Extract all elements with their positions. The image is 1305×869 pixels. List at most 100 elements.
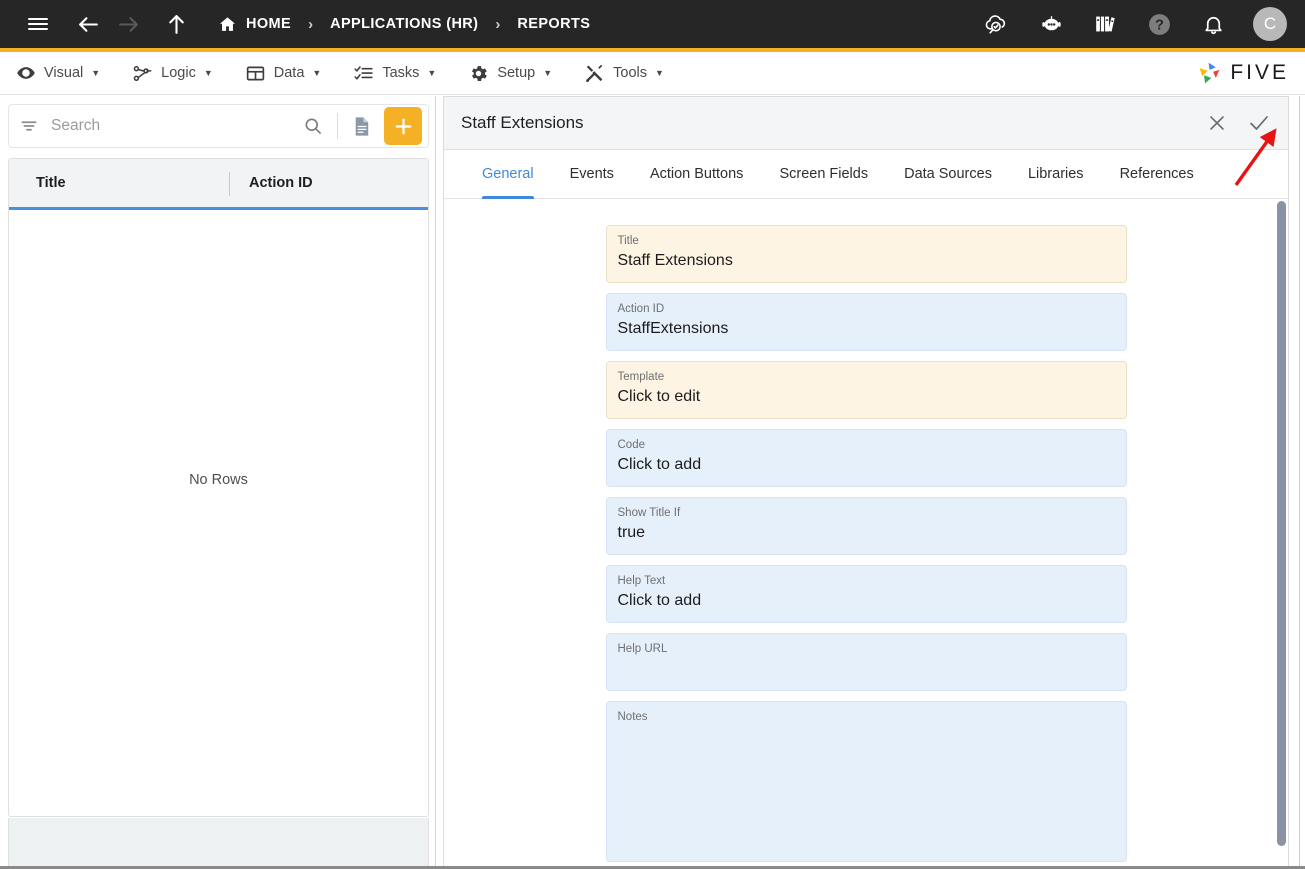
- grid-empty-message: No Rows: [189, 472, 248, 488]
- grid-column-divider: [229, 172, 230, 196]
- filter-icon[interactable]: [19, 116, 39, 136]
- add-record-button[interactable]: [384, 107, 422, 145]
- menu-label-logic: Logic: [161, 65, 196, 81]
- eye-icon: [16, 63, 36, 83]
- five-pinwheel-icon: [1196, 60, 1223, 87]
- grid-column-header-title[interactable]: Title: [9, 159, 227, 207]
- records-grid: Title Action ID No Rows: [8, 158, 429, 817]
- field-value-code: Click to add: [618, 453, 1115, 477]
- field-label-help-url: Help URL: [618, 642, 1115, 657]
- gear-icon: [468, 63, 489, 84]
- field-label-notes: Notes: [618, 710, 1115, 725]
- field-template[interactable]: Template Click to edit: [606, 361, 1127, 419]
- field-label-title: Title: [618, 234, 1115, 249]
- arrow-up-icon[interactable]: [156, 4, 196, 44]
- field-label-code: Code: [618, 438, 1115, 453]
- confirm-check-icon[interactable]: [1246, 110, 1272, 136]
- field-label-show-title-if: Show Title If: [618, 506, 1115, 521]
- field-label-action-id: Action ID: [618, 302, 1115, 317]
- grid-body: No Rows: [9, 213, 428, 816]
- field-code[interactable]: Code Click to add: [606, 429, 1127, 487]
- menu-item-tasks[interactable]: Tasks ▼: [337, 52, 452, 95]
- menu-item-tools[interactable]: Tools ▼: [568, 52, 680, 95]
- search-icon[interactable]: [295, 116, 331, 136]
- search-input[interactable]: [39, 117, 295, 135]
- logic-nodes-icon: [132, 63, 153, 84]
- document-icon[interactable]: [344, 109, 378, 143]
- grid-column-header-action-id[interactable]: Action ID: [227, 159, 428, 207]
- breadcrumb-separator: ›: [308, 16, 313, 33]
- menu-label-visual: Visual: [44, 65, 83, 81]
- tab-events[interactable]: Events: [552, 150, 632, 198]
- panel-right-edge: [1299, 96, 1305, 869]
- vertical-scrollbar[interactable]: [1276, 201, 1287, 868]
- menu-item-data[interactable]: Data ▼: [229, 52, 338, 95]
- topbar-actions: ? C: [977, 4, 1305, 44]
- arrow-left-icon[interactable]: [68, 4, 108, 44]
- scrollbar-thumb[interactable]: [1277, 201, 1286, 846]
- field-value-notes: [618, 725, 1115, 749]
- field-title[interactable]: Title Staff Extensions: [606, 225, 1127, 283]
- grid-header-row: Title Action ID: [9, 159, 428, 210]
- field-value-title: Staff Extensions: [618, 249, 1115, 273]
- notification-bell-icon[interactable]: [1193, 4, 1233, 44]
- chevron-down-icon: ▼: [543, 68, 552, 78]
- help-icon[interactable]: ?: [1139, 4, 1179, 44]
- field-label-template: Template: [618, 370, 1115, 385]
- breadcrumb-item-reports[interactable]: REPORTS: [517, 16, 590, 32]
- breadcrumb-label-home: HOME: [246, 16, 291, 32]
- chevron-down-icon: ▼: [655, 68, 664, 78]
- application-menu-bar: Visual ▼ Logic ▼ Data ▼ Tasks ▼: [0, 52, 1305, 95]
- field-value-template: Click to edit: [618, 385, 1115, 409]
- detail-panel-header: Staff Extensions: [444, 97, 1288, 150]
- menu-item-visual[interactable]: Visual ▼: [0, 52, 116, 95]
- menu-item-setup[interactable]: Setup ▼: [452, 52, 568, 95]
- tab-references[interactable]: References: [1102, 150, 1212, 198]
- chevron-down-icon: ▼: [312, 68, 321, 78]
- page-title: Staff Extensions: [461, 113, 584, 133]
- breadcrumb-separator: ›: [495, 16, 500, 33]
- tab-action-buttons[interactable]: Action Buttons: [632, 150, 762, 198]
- home-icon: [218, 15, 237, 34]
- five-logo-text: FIVE: [1230, 61, 1289, 85]
- left-sidebar: Title Action ID No Rows: [0, 96, 436, 869]
- field-value-help-url: [618, 657, 1115, 681]
- five-logo: FIVE: [1196, 60, 1289, 87]
- field-help-url[interactable]: Help URL: [606, 633, 1127, 691]
- field-action-id[interactable]: Action ID StaffExtensions: [606, 293, 1127, 351]
- tab-libraries[interactable]: Libraries: [1010, 150, 1102, 198]
- tab-data-sources[interactable]: Data Sources: [886, 150, 1010, 198]
- toolbar-divider: [337, 113, 338, 139]
- chevron-down-icon: ▼: [427, 68, 436, 78]
- task-list-icon: [353, 63, 374, 84]
- field-value-action-id: StaffExtensions: [618, 317, 1115, 341]
- field-help-text[interactable]: Help Text Click to add: [606, 565, 1127, 623]
- books-library-icon[interactable]: [1085, 4, 1125, 44]
- sidebar-footer: [8, 818, 429, 868]
- arrow-right-icon[interactable]: [108, 4, 148, 44]
- menu-label-tasks: Tasks: [382, 65, 419, 81]
- close-icon[interactable]: [1204, 110, 1230, 136]
- detail-tab-bar: General Events Action Buttons Screen Fie…: [444, 150, 1288, 199]
- field-show-title-if[interactable]: Show Title If true: [606, 497, 1127, 555]
- top-navigation-bar: HOME › APPLICATIONS (HR) › REPORTS: [0, 0, 1305, 52]
- field-notes[interactable]: Notes: [606, 701, 1127, 862]
- general-tab-form: Title Staff Extensions Action ID StaffEx…: [444, 200, 1288, 869]
- chat-bot-icon[interactable]: [1031, 4, 1071, 44]
- tools-wrench-icon: [584, 63, 605, 84]
- tab-general[interactable]: General: [464, 150, 552, 198]
- breadcrumb-item-home[interactable]: HOME: [218, 15, 291, 34]
- breadcrumb-item-applications[interactable]: APPLICATIONS (HR): [330, 16, 478, 32]
- cloud-search-icon[interactable]: [977, 4, 1017, 44]
- menu-item-logic[interactable]: Logic ▼: [116, 52, 229, 95]
- field-value-help-text: Click to add: [618, 589, 1115, 613]
- svg-text:?: ?: [1155, 17, 1164, 33]
- hamburger-menu-icon[interactable]: [18, 4, 58, 44]
- search-toolbar: [8, 104, 429, 148]
- chevron-down-icon: ▼: [204, 68, 213, 78]
- menu-label-data: Data: [274, 65, 305, 81]
- user-avatar[interactable]: C: [1253, 7, 1287, 41]
- tab-screen-fields[interactable]: Screen Fields: [761, 150, 886, 198]
- detail-panel: Staff Extensions General Events Action B…: [443, 96, 1289, 869]
- chevron-down-icon: ▼: [91, 68, 100, 78]
